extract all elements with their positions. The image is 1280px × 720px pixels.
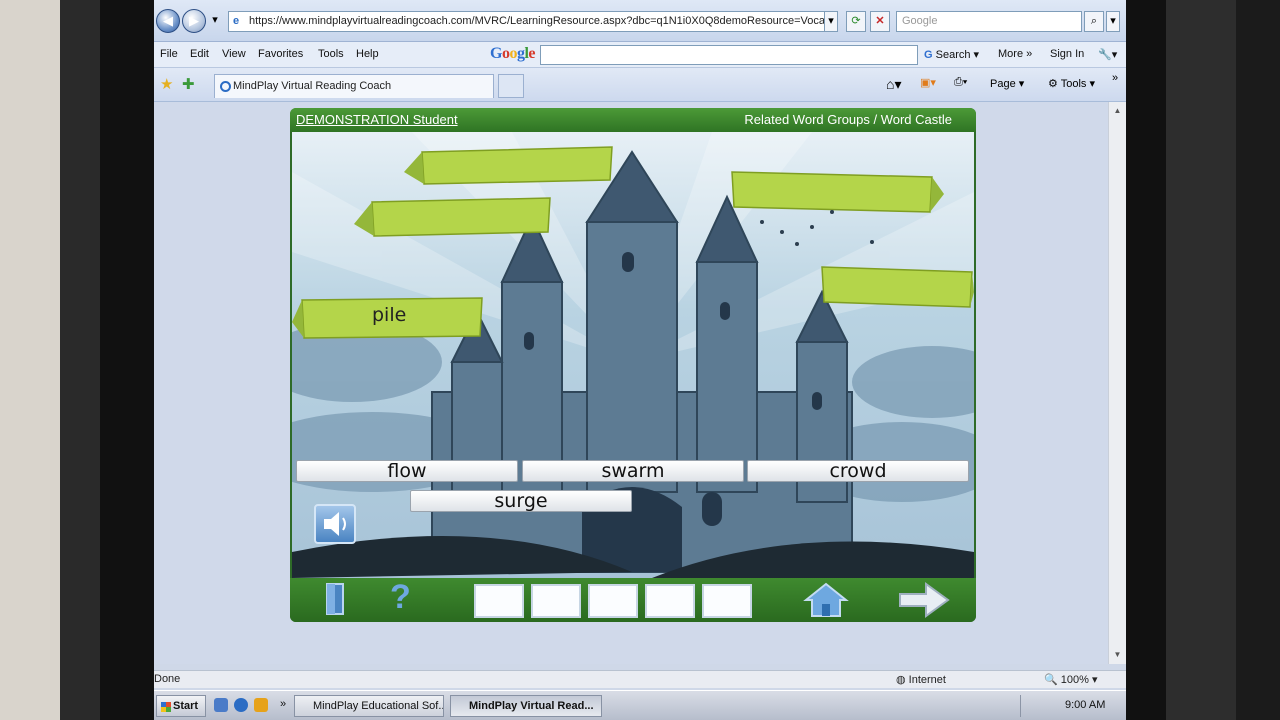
forward-button[interactable]: ▶ (182, 9, 206, 33)
speaker-button[interactable] (314, 504, 356, 544)
toolbar-overflow-icon[interactable]: » (1112, 72, 1118, 84)
search-magnifier-icon[interactable]: ⌕ (1084, 11, 1104, 32)
google-search-button[interactable]: G Search ▾ (924, 48, 979, 61)
address-text: https://www.mindplayvirtualreadingcoach.… (249, 15, 832, 27)
menu-tools[interactable]: Tools (318, 48, 344, 60)
word-choice-crowd[interactable]: crowd (747, 460, 969, 482)
help-icon[interactable]: ? (390, 578, 411, 617)
wrench-icon[interactable]: 🔧▾ (1098, 48, 1117, 61)
address-toolbar: ◀ ▶ ▾ e https://www.mindplayvirtualreadi… (154, 0, 1126, 42)
task-mindplay-virtual-reading[interactable]: MindPlay Virtual Read... (450, 695, 602, 717)
student-name[interactable]: DEMONSTRATION Student (296, 112, 458, 127)
zoom-icon: 🔍 (1044, 674, 1058, 686)
google-toolbar-logo: Google (490, 45, 536, 62)
scroll-up-icon[interactable]: ▲ (1109, 106, 1126, 120)
search-options-icon[interactable]: ▾ (1106, 11, 1120, 32)
tab-mindplay[interactable]: MindPlay Virtual Reading Coach (214, 74, 494, 98)
system-clock[interactable]: 9:00 AM (1065, 699, 1105, 711)
home-button-icon[interactable] (802, 582, 850, 622)
menu-favorites[interactable]: Favorites (258, 48, 303, 60)
google-g-icon: G (924, 49, 933, 61)
favorites-star-icon[interactable]: ★ (160, 75, 173, 93)
add-favorites-icon[interactable]: ✚ (182, 75, 195, 93)
ie-quicklaunch-icon[interactable] (234, 698, 248, 712)
menu-view[interactable]: View (222, 48, 246, 60)
sign-in-button[interactable]: Sign In (1050, 48, 1084, 60)
answer-slot (588, 584, 638, 618)
menu-file[interactable]: File (160, 48, 178, 60)
activity-breadcrumb: Related Word Groups / Word Castle (744, 112, 952, 127)
home-icon[interactable]: ⌂▾ (886, 76, 901, 93)
security-zone: ◍ Internet (896, 674, 946, 686)
google-toolbar-input[interactable] (540, 45, 918, 65)
target-word[interactable]: pile (372, 304, 406, 326)
speaker-icon (324, 512, 346, 536)
menu-edit[interactable]: Edit (190, 48, 209, 60)
answer-slot (645, 584, 695, 618)
scroll-down-icon[interactable]: ▼ (1109, 650, 1126, 664)
ie-page-icon: e (233, 15, 240, 27)
monitor-bezel-left (0, 0, 154, 720)
ie-tab-icon (220, 81, 231, 92)
castle-illustration (292, 132, 974, 578)
start-button[interactable]: Start (156, 695, 206, 717)
app-header: DEMONSTRATION Student Related Word Group… (290, 108, 976, 132)
quicklaunch-overflow-icon[interactable]: » (280, 698, 286, 710)
word-choice-swarm[interactable]: swarm (522, 460, 744, 482)
exit-door-icon[interactable] (324, 582, 348, 616)
address-bar[interactable]: e https://www.mindplayvirtualreadingcoac… (228, 11, 838, 32)
tab-label: MindPlay Virtual Reading Coach (233, 80, 392, 92)
zoom-level[interactable]: 🔍 100% ▾ (1044, 673, 1097, 686)
print-icon[interactable]: ⎙▾ (954, 76, 967, 89)
page-content: DEMONSTRATION Student Related Word Group… (154, 102, 1108, 664)
control-bar: ? (290, 578, 976, 622)
word-choice-flow[interactable]: flow (296, 460, 518, 482)
search-input[interactable]: Google (896, 11, 1082, 32)
outlook-quicklaunch-icon[interactable] (254, 698, 268, 712)
globe-icon: ◍ (896, 674, 906, 686)
page-menu[interactable]: Page ▾ (990, 77, 1024, 90)
menu-help[interactable]: Help (356, 48, 379, 60)
new-tab-button[interactable] (498, 74, 524, 98)
status-bar: Done ◍ Internet 🔍 100% ▾ (154, 670, 1126, 688)
answer-slot (474, 584, 524, 618)
vertical-scrollbar[interactable]: ▲ ▼ (1108, 102, 1126, 664)
next-arrow-icon[interactable] (898, 582, 950, 622)
castle-scene: pile flow swarm crowd surge (292, 132, 974, 578)
address-dropdown-icon[interactable]: ▾ (824, 11, 838, 32)
system-tray: 9:00 AM (1020, 695, 1126, 717)
history-dropdown-icon[interactable]: ▾ (208, 11, 222, 32)
tab-bar: ★ ✚ MindPlay Virtual Reading Coach ⌂▾ ▣▾… (154, 68, 1126, 102)
tools-menu[interactable]: ⚙ Tools ▾ (1048, 77, 1095, 90)
more-button[interactable]: More » (998, 48, 1032, 60)
answer-slot (702, 584, 752, 618)
feeds-icon[interactable]: ▣▾ (920, 76, 936, 89)
menu-bar: File Edit View Favorites Tools Help Goog… (154, 42, 1126, 68)
task-mindplay-educational[interactable]: MindPlay Educational Sof... (294, 695, 444, 717)
word-choice-surge[interactable]: surge (410, 490, 632, 512)
back-button[interactable]: ◀ (156, 9, 180, 33)
stop-icon[interactable]: ✕ (870, 11, 890, 32)
refresh-icon[interactable]: ⟳ (846, 11, 866, 32)
show-desktop-icon[interactable] (214, 698, 228, 712)
windows-taskbar: Start » MindPlay Educational Sof... Mind… (154, 690, 1126, 720)
screen: ◀ ▶ ▾ e https://www.mindplayvirtualreadi… (154, 0, 1126, 720)
monitor-bezel-right (1126, 0, 1280, 720)
status-text: Done (154, 673, 181, 685)
answer-slot (531, 584, 581, 618)
word-castle-app: DEMONSTRATION Student Related Word Group… (290, 108, 976, 622)
